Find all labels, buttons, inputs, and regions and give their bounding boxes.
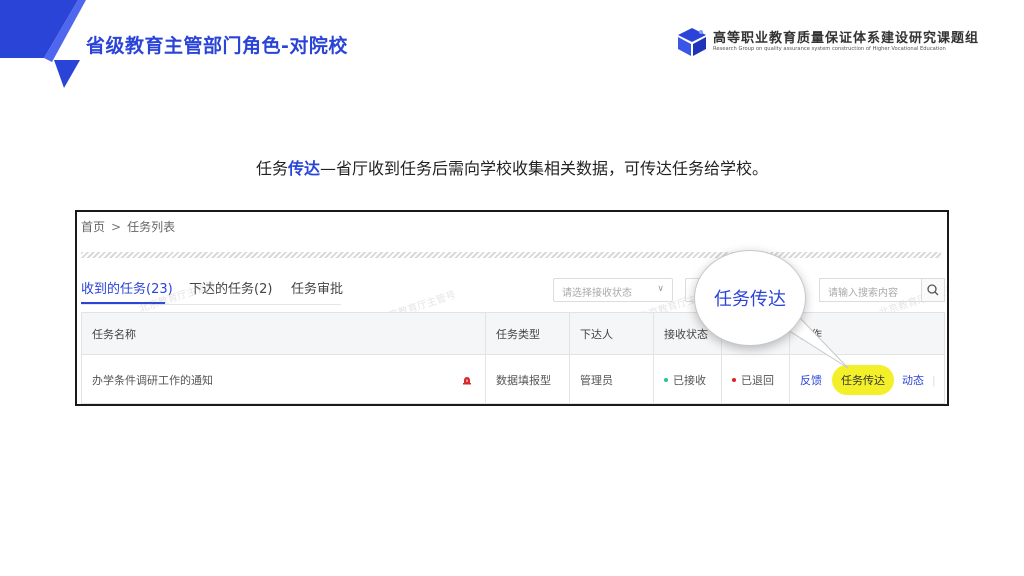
app-screenshot: 首页 > 任务列表 收到的任务(23) 下达的任务(2) 任务审批 北京教育厅主管号… xyxy=(75,210,949,406)
alarm-icon xyxy=(463,377,471,385)
callout-bubble: 任务传达 xyxy=(694,250,806,346)
task-type-cell: 数据填报型 xyxy=(486,355,570,404)
org-logo-icon xyxy=(678,28,706,56)
table-header-row: 任务名称 任务类型 下达人 接收状态 操作 xyxy=(82,313,944,355)
chevron-down-icon: ∨ xyxy=(657,284,664,294)
caption-prefix: 任务 xyxy=(255,159,288,178)
action-separator: | xyxy=(932,373,936,387)
task-name-cell: 办学条件调研工作的通知 xyxy=(82,355,486,404)
receive-status-select[interactable]: 请选择接收状态 ∨ xyxy=(553,278,673,302)
tab-issued[interactable]: 下达的任务(2) xyxy=(189,278,272,297)
header-issuer: 下达人 xyxy=(570,313,654,354)
tab-received[interactable]: 收到的任务(23) xyxy=(81,278,173,297)
caption-text: —省厅收到任务后需向学校收集相关数据，可传达任务给学校。 xyxy=(320,159,769,178)
org-name: 高等职业教育质量保证体系建设研究课题组 xyxy=(713,31,980,46)
striped-divider xyxy=(81,252,941,258)
search-input[interactable]: 请输入搜索内容 xyxy=(819,278,921,302)
slide-title: 省级教育主管部门角色-对院校 xyxy=(86,35,348,57)
breadcrumb-home[interactable]: 首页 xyxy=(81,220,105,234)
tab-approval[interactable]: 任务审批 xyxy=(291,278,343,297)
caption-highlight: 传达 xyxy=(287,159,320,178)
receive-status-placeholder: 请选择接收状态 xyxy=(562,288,632,299)
breadcrumb-current: 任务列表 xyxy=(127,220,176,234)
return-status-text: 已退回 xyxy=(741,374,774,387)
status-dot-red xyxy=(732,378,736,382)
active-tab-underline xyxy=(81,302,165,304)
breadcrumb: 首页 > 任务列表 xyxy=(81,218,175,235)
relay-task-link[interactable]: 任务传达 xyxy=(832,365,894,395)
table-row: 办学条件调研工作的通知 数据填报型 管理员 已接收 已退回 反馈 任务传达 动态… xyxy=(82,355,947,404)
org-subtitle: Research Group on quality assurance syst… xyxy=(713,46,946,52)
actions-cell: 反馈 任务传达 动态 | ⋮ xyxy=(790,355,947,404)
receive-status-cell: 已接收 xyxy=(654,355,722,404)
header-task-name: 任务名称 xyxy=(82,313,486,354)
receive-status-text: 已接收 xyxy=(673,374,706,387)
task-name[interactable]: 办学条件调研工作的通知 xyxy=(92,372,213,388)
slide-caption: 任务传达—省厅收到任务后需向学校收集相关数据，可传达任务给学校。 xyxy=(0,155,1024,179)
issuer-cell: 管理员 xyxy=(570,355,654,404)
status-dot-green xyxy=(664,378,668,382)
breadcrumb-separator: > xyxy=(111,220,122,234)
more-options-icon[interactable]: ⋮ xyxy=(942,373,947,387)
header-actions: 操作 xyxy=(800,327,822,341)
header-task-type: 任务类型 xyxy=(486,313,570,354)
task-table: 任务名称 任务类型 下达人 接收状态 操作 办学条件调研工作的通知 数据填报型 … xyxy=(81,312,947,404)
tab-divider xyxy=(81,304,341,305)
corner-decoration xyxy=(0,0,86,88)
feedback-link[interactable]: 反馈 xyxy=(800,372,822,388)
search-icon xyxy=(927,284,939,296)
return-status-cell: 已退回 xyxy=(722,355,790,404)
activity-link[interactable]: 动态 xyxy=(902,372,924,388)
search-button[interactable] xyxy=(921,278,945,302)
